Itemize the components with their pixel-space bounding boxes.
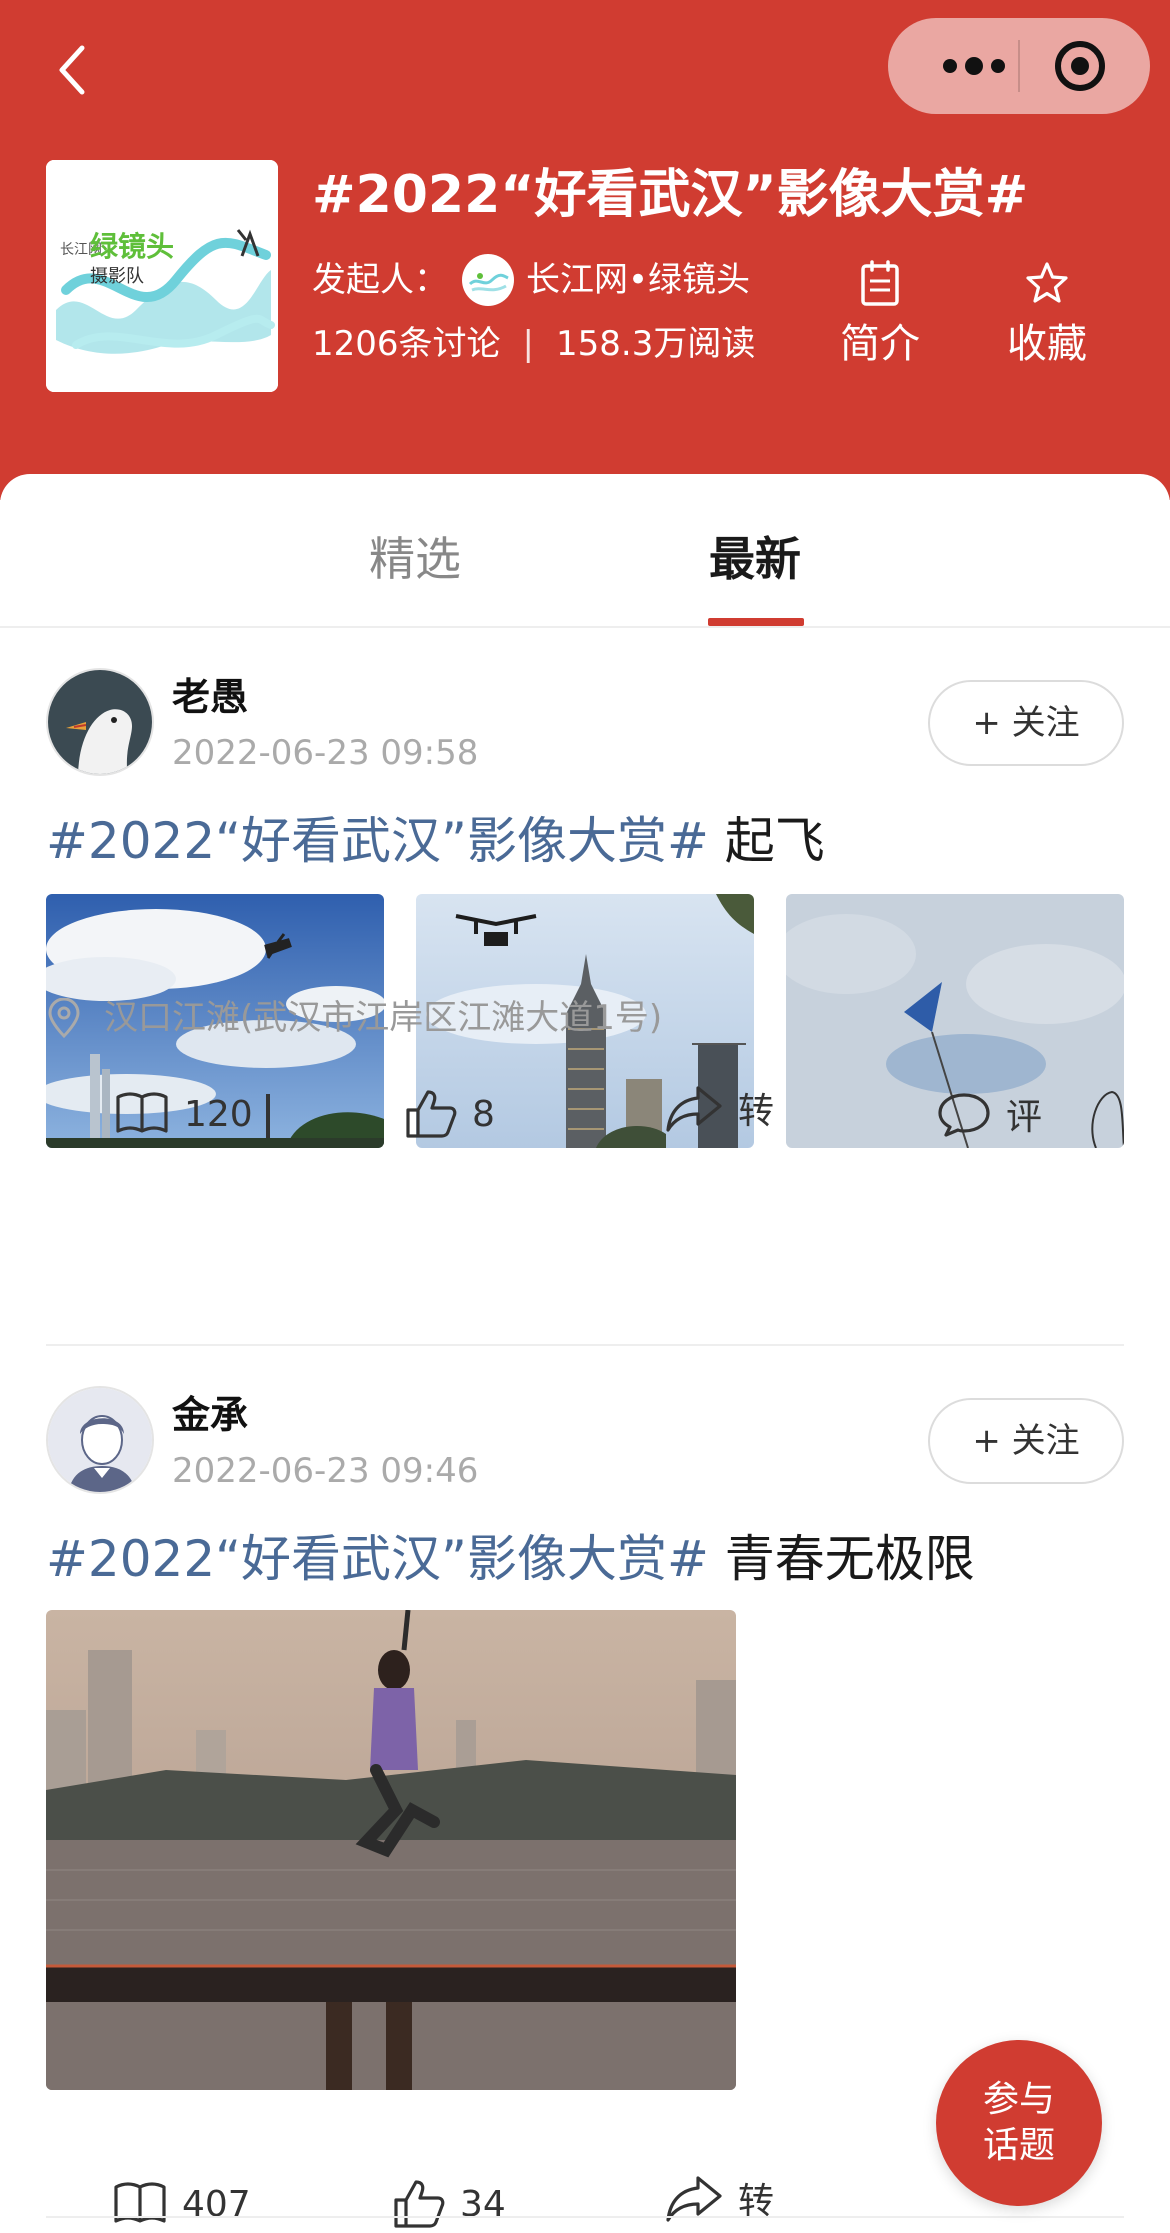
join-topic-line2: 话题 [982, 2125, 1055, 2166]
initiator-row: 发起人： 长江网•绿镜头 [312, 250, 750, 310]
like-count: 34 [460, 2183, 506, 2225]
join-topic-button[interactable]: 参与 话题 [936, 2040, 1102, 2206]
like-button[interactable]: 8 [404, 1074, 495, 1154]
location-text: 汉口江滩(武汉市江岸区江滩大道1号) [104, 998, 663, 1038]
share-arrow-icon [666, 1086, 722, 1132]
share-button[interactable]: 转 [664, 2158, 774, 2233]
more-icon[interactable] [924, 40, 1024, 92]
topic-tag[interactable]: #2022“好看武汉”影像大赏# [46, 1530, 709, 1588]
post-image[interactable] [46, 1610, 736, 2090]
star-icon [1026, 262, 1068, 303]
topic-header: 长江网 绿镜头 摄影队 #2022“好看武汉”影像大赏# 发起人： 长江网•绿镜… [0, 0, 1170, 500]
topic-stats: 1206条讨论 | 158.3万阅读 [312, 316, 755, 372]
like-count: 8 [472, 1093, 495, 1135]
comment-label: 评 [1006, 1097, 1043, 1138]
cover-logo-subtext: 摄影队 [90, 266, 144, 287]
cover-logo-graphic: 长江网 绿镜头 摄影队 [46, 160, 278, 392]
post-caption: 青春无极限 [708, 1530, 975, 1588]
tab-latest[interactable]: 最新 [680, 524, 830, 594]
read-count-button[interactable]: 120 [114, 1074, 253, 1154]
discussion-count: 1206条讨论 [312, 324, 501, 364]
post-caption: 起飞 [708, 812, 825, 870]
close-target-icon[interactable] [1052, 38, 1108, 94]
share-button[interactable]: 转 [664, 1068, 774, 1148]
initiator-label: 发起人： [312, 260, 448, 300]
username[interactable]: 金承 [172, 1390, 248, 1440]
post-text[interactable]: #2022“好看武汉”影像大赏# 青春无极限 [46, 1524, 1126, 1594]
mini-program-capsule [888, 18, 1150, 114]
initiator-avatar[interactable] [462, 254, 514, 306]
avatar[interactable] [46, 1386, 154, 1494]
follow-button[interactable]: + 关注 [928, 680, 1124, 766]
thumbs-up-icon [406, 1090, 457, 1138]
comment-bubble-icon [938, 1093, 990, 1137]
favorite-label: 收藏 [1007, 321, 1087, 367]
read-count: 120 [184, 1093, 253, 1135]
intro-label: 简介 [840, 321, 920, 367]
book-icon [116, 1092, 168, 1133]
document-icon [861, 260, 899, 306]
post-card[interactable]: 老愚 2022-06-23 09:58 + 关注 #2022“好看武汉”影像大赏… [0, 628, 1170, 1346]
capsule-divider [1018, 40, 1020, 92]
read-count-button[interactable]: 407 [112, 2164, 251, 2233]
cover-logo-text: 绿镜头 [90, 230, 174, 263]
topic-cover-image: 长江网 绿镜头 摄影队 [46, 160, 278, 392]
username[interactable]: 老愚 [172, 672, 248, 722]
post-time: 2022-06-23 09:58 [172, 733, 479, 773]
book-icon [114, 2182, 166, 2223]
tab-bar: 精选 最新 [0, 474, 1170, 628]
stats-divider: | [522, 324, 534, 364]
thumbs-up-icon [394, 2180, 445, 2228]
follow-button[interactable]: + 关注 [928, 1398, 1124, 1484]
active-tab-indicator [708, 618, 804, 626]
back-arrow-icon[interactable] [52, 40, 92, 100]
location-pin-icon [48, 998, 80, 1038]
read-count: 407 [182, 2183, 251, 2225]
tab-featured[interactable]: 精选 [340, 524, 490, 594]
topic-title: #2022“好看武汉”影像大赏# [312, 165, 1029, 225]
avatar[interactable] [46, 668, 154, 776]
read-count: 158.3万阅读 [556, 324, 756, 364]
like-button[interactable]: 34 [392, 2164, 506, 2233]
initiator-name[interactable]: 长江网•绿镜头 [526, 250, 750, 310]
comment-button[interactable]: 评 [936, 1074, 1042, 1154]
post-divider [46, 2216, 1124, 2218]
post-actions: 120 8 转 评 [0, 1074, 1170, 1154]
share-label: 转 [738, 1091, 775, 1132]
favorite-button[interactable]: 收藏 [982, 260, 1112, 380]
post-text[interactable]: #2022“好看武汉”影像大赏# 起飞 [46, 806, 1126, 876]
intro-button[interactable]: 简介 [815, 260, 945, 380]
location-row[interactable]: 汉口江滩(武汉市江岸区江滩大道1号) [46, 990, 662, 1046]
topic-tag[interactable]: #2022“好看武汉”影像大赏# [46, 812, 709, 870]
join-topic-line1: 参与 [982, 2079, 1055, 2120]
post-time: 2022-06-23 09:46 [172, 1451, 479, 1491]
